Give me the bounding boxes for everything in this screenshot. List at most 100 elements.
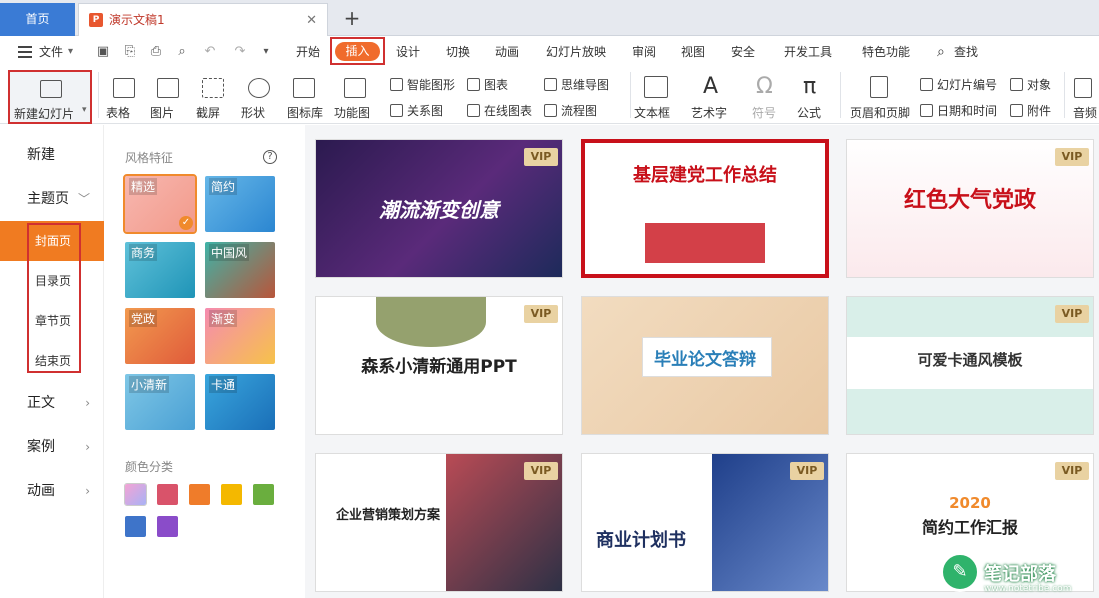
function-chart-icon[interactable] [344, 78, 366, 98]
vip-badge: VIP [1055, 462, 1089, 480]
template-card[interactable]: 商业计划书 VIP [581, 453, 829, 592]
tab-home[interactable]: 首页 [0, 3, 75, 36]
style-fresh[interactable]: 小清新 [125, 374, 195, 430]
icon-library-button[interactable]: 图标库 [287, 104, 323, 121]
style-business[interactable]: 商务 [125, 242, 195, 298]
color-swatch-orange[interactable] [189, 484, 210, 505]
mind-map-button[interactable]: 思维导图 [544, 76, 609, 94]
tab-start[interactable]: 开始 [296, 36, 320, 68]
template-title: 企业营销策划方案 [336, 508, 441, 523]
hamburger-menu-icon[interactable] [18, 46, 32, 58]
tab-design[interactable]: 设计 [396, 36, 420, 68]
watermark-text: 笔记部落 [984, 564, 1056, 585]
flowchart-button[interactable]: 流程图 [544, 102, 597, 120]
tab-review[interactable]: 审阅 [632, 36, 656, 68]
object-button[interactable]: 对象 [1010, 76, 1051, 94]
template-card[interactable]: 潮流渐变创意 VIP [315, 139, 563, 278]
shape-icon[interactable] [248, 78, 270, 98]
template-card[interactable]: 企业营销策划方案 VIP [315, 453, 563, 592]
new-tab-button[interactable]: + [340, 3, 364, 33]
header-footer-icon[interactable] [870, 76, 888, 98]
symbol-button[interactable]: 符号 [752, 104, 776, 121]
audio-icon[interactable] [1074, 78, 1092, 98]
presentation-file-icon: P [89, 13, 103, 27]
date-time-button[interactable]: 日期和时间 [920, 102, 997, 120]
header-footer-button[interactable]: 页眉和页脚 [850, 104, 910, 121]
screenshot-button[interactable]: 截屏 [196, 104, 220, 121]
tab-animation[interactable]: 动画 [495, 36, 519, 68]
color-swatch-green[interactable] [253, 484, 274, 505]
template-card[interactable]: 基层建党工作总结 [581, 139, 829, 278]
color-swatch-purple[interactable] [157, 516, 178, 537]
shape-button[interactable]: 形状 [241, 104, 265, 121]
redo-icon[interactable]: ↷ [232, 44, 248, 60]
symbol-icon[interactable]: Ω [756, 74, 773, 99]
template-card[interactable]: 可爱卡通风模板 VIP [846, 296, 1094, 435]
tab-document[interactable]: P 演示文稿1 ✕ [78, 3, 328, 36]
attachment-button[interactable]: 附件 [1010, 102, 1051, 120]
audio-button[interactable]: 音频 [1073, 104, 1097, 121]
color-swatch-blue[interactable] [125, 516, 146, 537]
color-swatch-red[interactable] [157, 484, 178, 505]
tab-developer[interactable]: 开发工具 [784, 36, 832, 68]
style-simple[interactable]: 简约 [205, 176, 275, 232]
tab-features[interactable]: 特色功能 [862, 36, 910, 68]
color-swatch-gradient[interactable] [124, 483, 147, 506]
online-chart-icon [467, 104, 480, 117]
print-icon[interactable]: ⎙ [148, 44, 164, 60]
search-icon[interactable]: ⌕ [937, 36, 945, 68]
function-chart-button[interactable]: 功能图 [334, 104, 370, 121]
tab-insert-label: 插入 [335, 42, 380, 61]
table-button[interactable]: 表格 [106, 104, 130, 121]
style-gradient[interactable]: 渐变 [205, 308, 275, 364]
textbox-button[interactable]: 文本框 [634, 104, 670, 121]
picture-button[interactable]: 图片 [150, 104, 174, 121]
template-card[interactable]: 红色大气党政 VIP [846, 139, 1094, 278]
nav-animation[interactable]: 动画 › [0, 471, 104, 511]
new-slide-button[interactable]: 新建幻灯片 ▾ [8, 70, 92, 124]
relation-chart-button[interactable]: 关系图 [390, 102, 443, 120]
art-text-icon[interactable]: A [703, 74, 718, 99]
export-pdf-icon[interactable]: ⎘ [122, 44, 138, 60]
style-featured[interactable]: 精选 ✓ [123, 174, 197, 234]
tab-view[interactable]: 视图 [681, 36, 705, 68]
color-swatch-yellow[interactable] [221, 484, 242, 505]
nav-case[interactable]: 案例 › [0, 427, 104, 467]
style-cartoon[interactable]: 卡通 [205, 374, 275, 430]
file-menu-chevron-icon[interactable]: ▾ [68, 36, 73, 68]
close-tab-icon[interactable]: ✕ [306, 4, 317, 37]
table-icon[interactable] [113, 78, 135, 98]
customize-quick-access-icon[interactable]: ▾ [258, 44, 274, 60]
online-chart-button[interactable]: 在线图表 [467, 102, 532, 120]
tab-insert[interactable]: 插入 [330, 37, 385, 65]
tab-security[interactable]: 安全 [731, 36, 755, 68]
formula-button[interactable]: 公式 [797, 104, 821, 121]
icon-library-icon[interactable] [293, 78, 315, 98]
nav-body[interactable]: 正文 › [0, 383, 104, 423]
undo-icon[interactable]: ↶ [202, 44, 218, 60]
nav-new[interactable]: 新建 [0, 135, 104, 175]
save-icon[interactable]: ▣ [95, 44, 111, 60]
formula-icon[interactable]: π [803, 74, 816, 99]
tab-transition[interactable]: 切换 [446, 36, 470, 68]
tab-slideshow[interactable]: 幻灯片放映 [546, 36, 606, 68]
slide-number-button[interactable]: 幻灯片编号 [920, 76, 997, 94]
screenshot-icon[interactable] [202, 78, 224, 98]
help-icon[interactable]: ? [263, 150, 277, 164]
vip-badge: VIP [1055, 148, 1089, 166]
file-menu[interactable]: 文件 [39, 36, 63, 68]
template-card[interactable]: 森系小清新通用PPT VIP [315, 296, 563, 435]
template-card[interactable]: 毕业论文答辩 [581, 296, 829, 435]
object-icon [1010, 78, 1023, 91]
art-text-button[interactable]: 艺术字 [691, 104, 727, 121]
picture-icon[interactable] [157, 78, 179, 98]
smart-shape-button[interactable]: 智能图形 [390, 76, 455, 94]
nav-theme-page[interactable]: 主题页 ﹀ [0, 179, 104, 219]
style-party[interactable]: 党政 [125, 308, 195, 364]
template-title: 可爱卡通风模板 [917, 351, 1023, 369]
chart-button[interactable]: 图表 [467, 76, 508, 94]
style-chinese[interactable]: 中国风 [205, 242, 275, 298]
print-preview-icon[interactable]: ⌕ [174, 44, 190, 60]
textbox-icon[interactable] [644, 76, 668, 98]
search-button[interactable]: 查找 [954, 36, 978, 68]
